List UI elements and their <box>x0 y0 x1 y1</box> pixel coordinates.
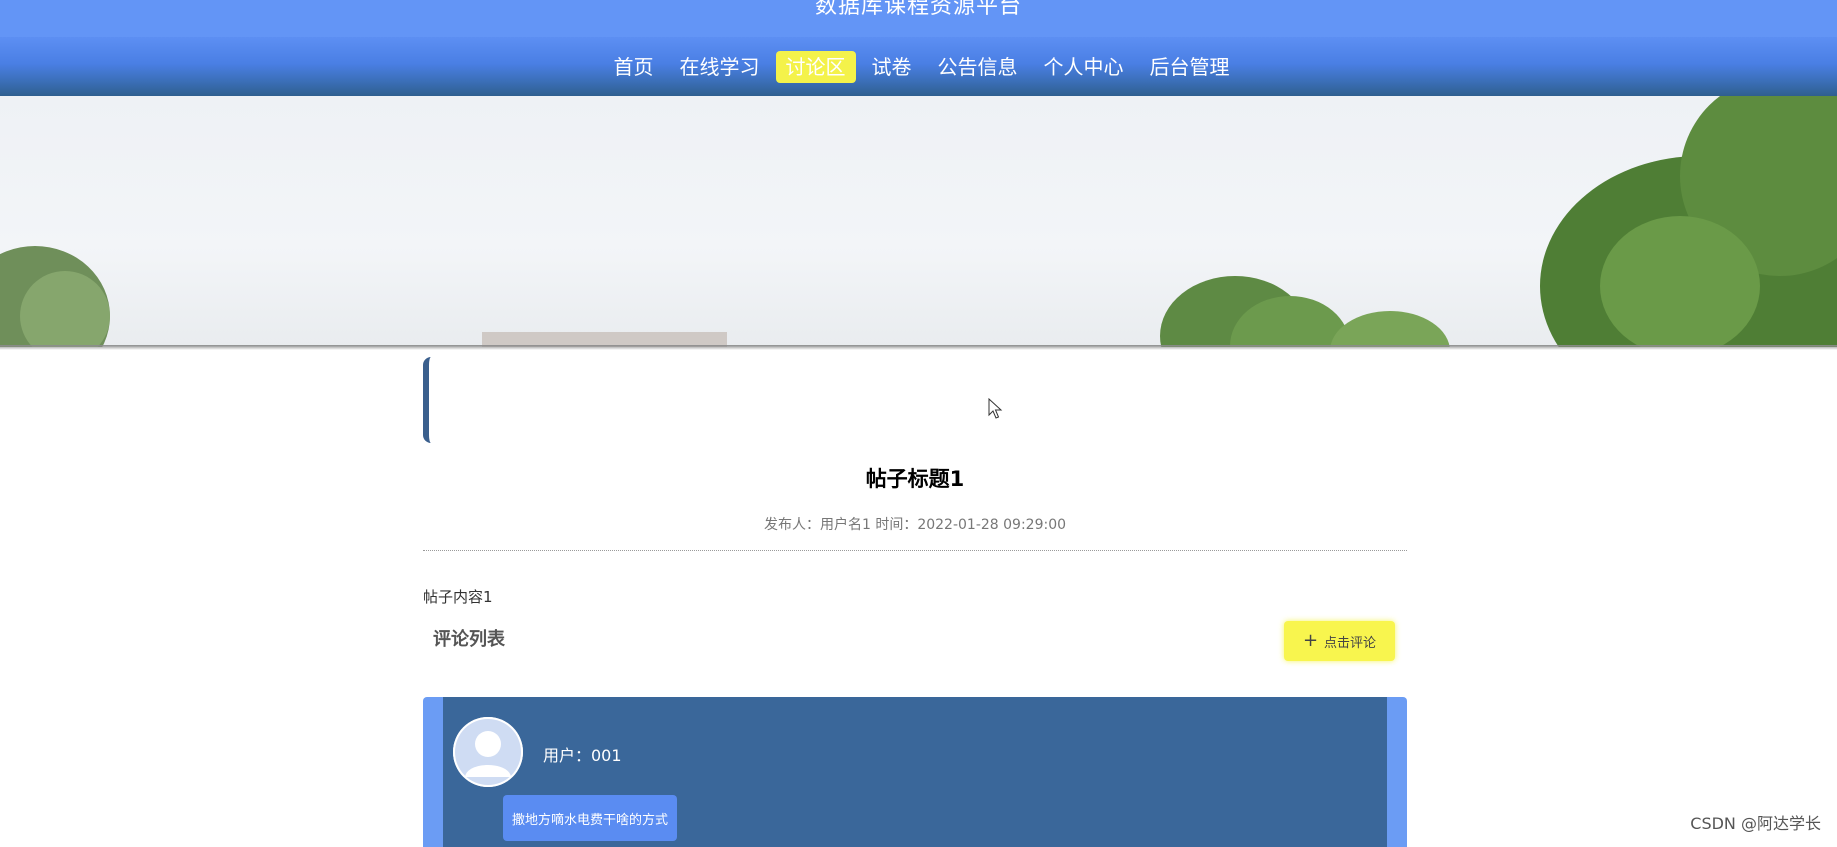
nav-item-forum[interactable]: 讨论区 <box>776 51 856 83</box>
comment-list-heading: 评论列表 <box>433 625 505 651</box>
post-detail: 帖子标题1 发布人：用户名1 时间：2022-01-28 09:29:00 帖子… <box>423 357 1407 842</box>
post-title: 帖子标题1 <box>423 463 1407 493</box>
nav-item-admin[interactable]: 后台管理 <box>1140 51 1240 83</box>
add-comment-label: 点击评论 <box>1324 632 1376 651</box>
site-header: 数据库课程资源平台 <box>0 0 1837 37</box>
nav-item-home[interactable]: 首页 <box>604 51 664 83</box>
banner-image <box>0 96 1837 347</box>
comment-user: 用户：001 <box>543 742 622 766</box>
main-nav: 首页 在线学习 讨论区 试卷 公告信息 个人中心 后台管理 <box>0 37 1837 96</box>
user-avatar-icon <box>453 717 523 787</box>
nav-item-announcements[interactable]: 公告信息 <box>928 51 1028 83</box>
watermark: CSDN @阿达学长 <box>1690 810 1821 834</box>
post-meta: 发布人：用户名1 时间：2022-01-28 09:29:00 <box>423 514 1407 534</box>
comment-item: 用户：001 撒地方嘀水电费干啥的方式 <box>423 697 1407 847</box>
avatar <box>453 717 523 787</box>
mouse-cursor-icon <box>988 398 1004 420</box>
add-comment-button[interactable]: + 点击评论 <box>1284 621 1395 661</box>
comment-text: 撒地方嘀水电费干啥的方式 <box>503 795 677 841</box>
banner-divider <box>0 345 1837 350</box>
nav-item-personal-center[interactable]: 个人中心 <box>1034 51 1134 83</box>
nav-item-online-learning[interactable]: 在线学习 <box>670 51 770 83</box>
plus-icon: + <box>1303 632 1318 650</box>
divider <box>423 550 1407 551</box>
post-body: 帖子内容1 <box>423 586 493 607</box>
nav-item-exams[interactable]: 试卷 <box>862 51 922 83</box>
nav-items: 首页 在线学习 讨论区 试卷 公告信息 个人中心 后台管理 <box>0 37 1837 96</box>
site-title: 数据库课程资源平台 <box>815 0 1022 18</box>
post-header-box <box>423 357 1407 443</box>
